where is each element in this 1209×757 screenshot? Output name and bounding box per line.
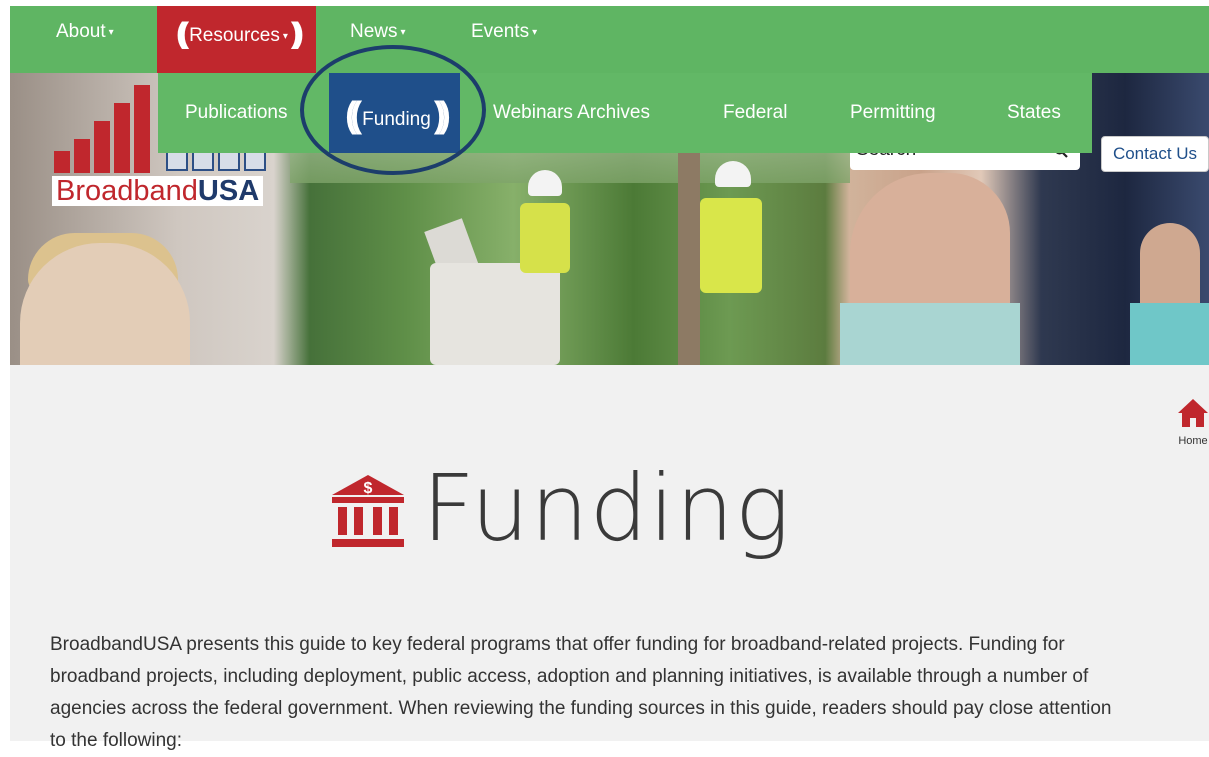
hero-photo-worker [520,203,570,273]
menu-item-funding[interactable]: ((Funding)) [329,73,460,153]
broadcast-left-icon: (( [176,17,189,50]
bank-dollar-icon: $ [332,475,404,547]
nav-news-label: News [350,21,398,42]
broadcast-right-icon: )) [290,17,304,50]
broadcast-left-icon: (( [345,94,362,135]
resources-dropdown-menu: Publications ((Funding)) Webinars Archiv… [158,73,1092,153]
svg-text:$: $ [364,480,373,497]
logo-broadband-text: Broadband [56,175,198,207]
menu-item-permitting[interactable]: Permitting [850,73,936,153]
top-nav: About ▾ ((Resources ▾)) News ▾ Events ▾ [10,6,1209,73]
hero-photo-utility-pole [678,153,700,365]
intro-paragraph: BroadbandUSA presents this guide to key … [50,634,1112,751]
hero-photo-hardhat [528,170,562,196]
nav-events-label: Events [471,21,530,42]
nav-news[interactable]: News ▾ [350,6,406,73]
nav-events[interactable]: Events ▾ [471,6,537,73]
caret-down-icon: ▾ [400,27,406,38]
hero-photo-person-shirt [840,303,1020,365]
hero-photo-bucket-truck [430,263,560,365]
logo-usa-text: USA [197,175,260,207]
menu-item-funding-label: Funding [362,109,431,130]
caret-down-icon: ▾ [108,27,114,38]
menu-item-webinars-archives[interactable]: Webinars Archives [493,73,650,153]
nav-resources-label: Resources [189,25,280,46]
hero-photo-worker [700,198,762,293]
nav-about-label: About [56,21,106,42]
nav-resources[interactable]: ((Resources ▾)) [157,6,316,73]
menu-item-states[interactable]: States [1007,73,1061,153]
main-content: Home $ Funding BroadbandUSA presents thi… [10,365,1209,751]
menu-item-publications[interactable]: Publications [185,73,287,153]
contact-us-button[interactable]: Contact Us [1101,136,1209,172]
home-link[interactable]: Home [1175,398,1209,447]
logo-wordmark: BroadbandUSA [52,175,264,207]
broadcast-right-icon: )) [433,94,451,135]
page-title: Funding [422,455,791,562]
home-label: Home [1178,435,1208,447]
nav-about[interactable]: About ▾ [56,6,114,73]
caret-down-icon: ▾ [282,31,288,42]
home-icon [1178,399,1208,427]
hero-photo-person-shirt [1130,303,1209,365]
caret-down-icon: ▾ [532,27,538,38]
menu-item-federal[interactable]: Federal [723,73,787,153]
